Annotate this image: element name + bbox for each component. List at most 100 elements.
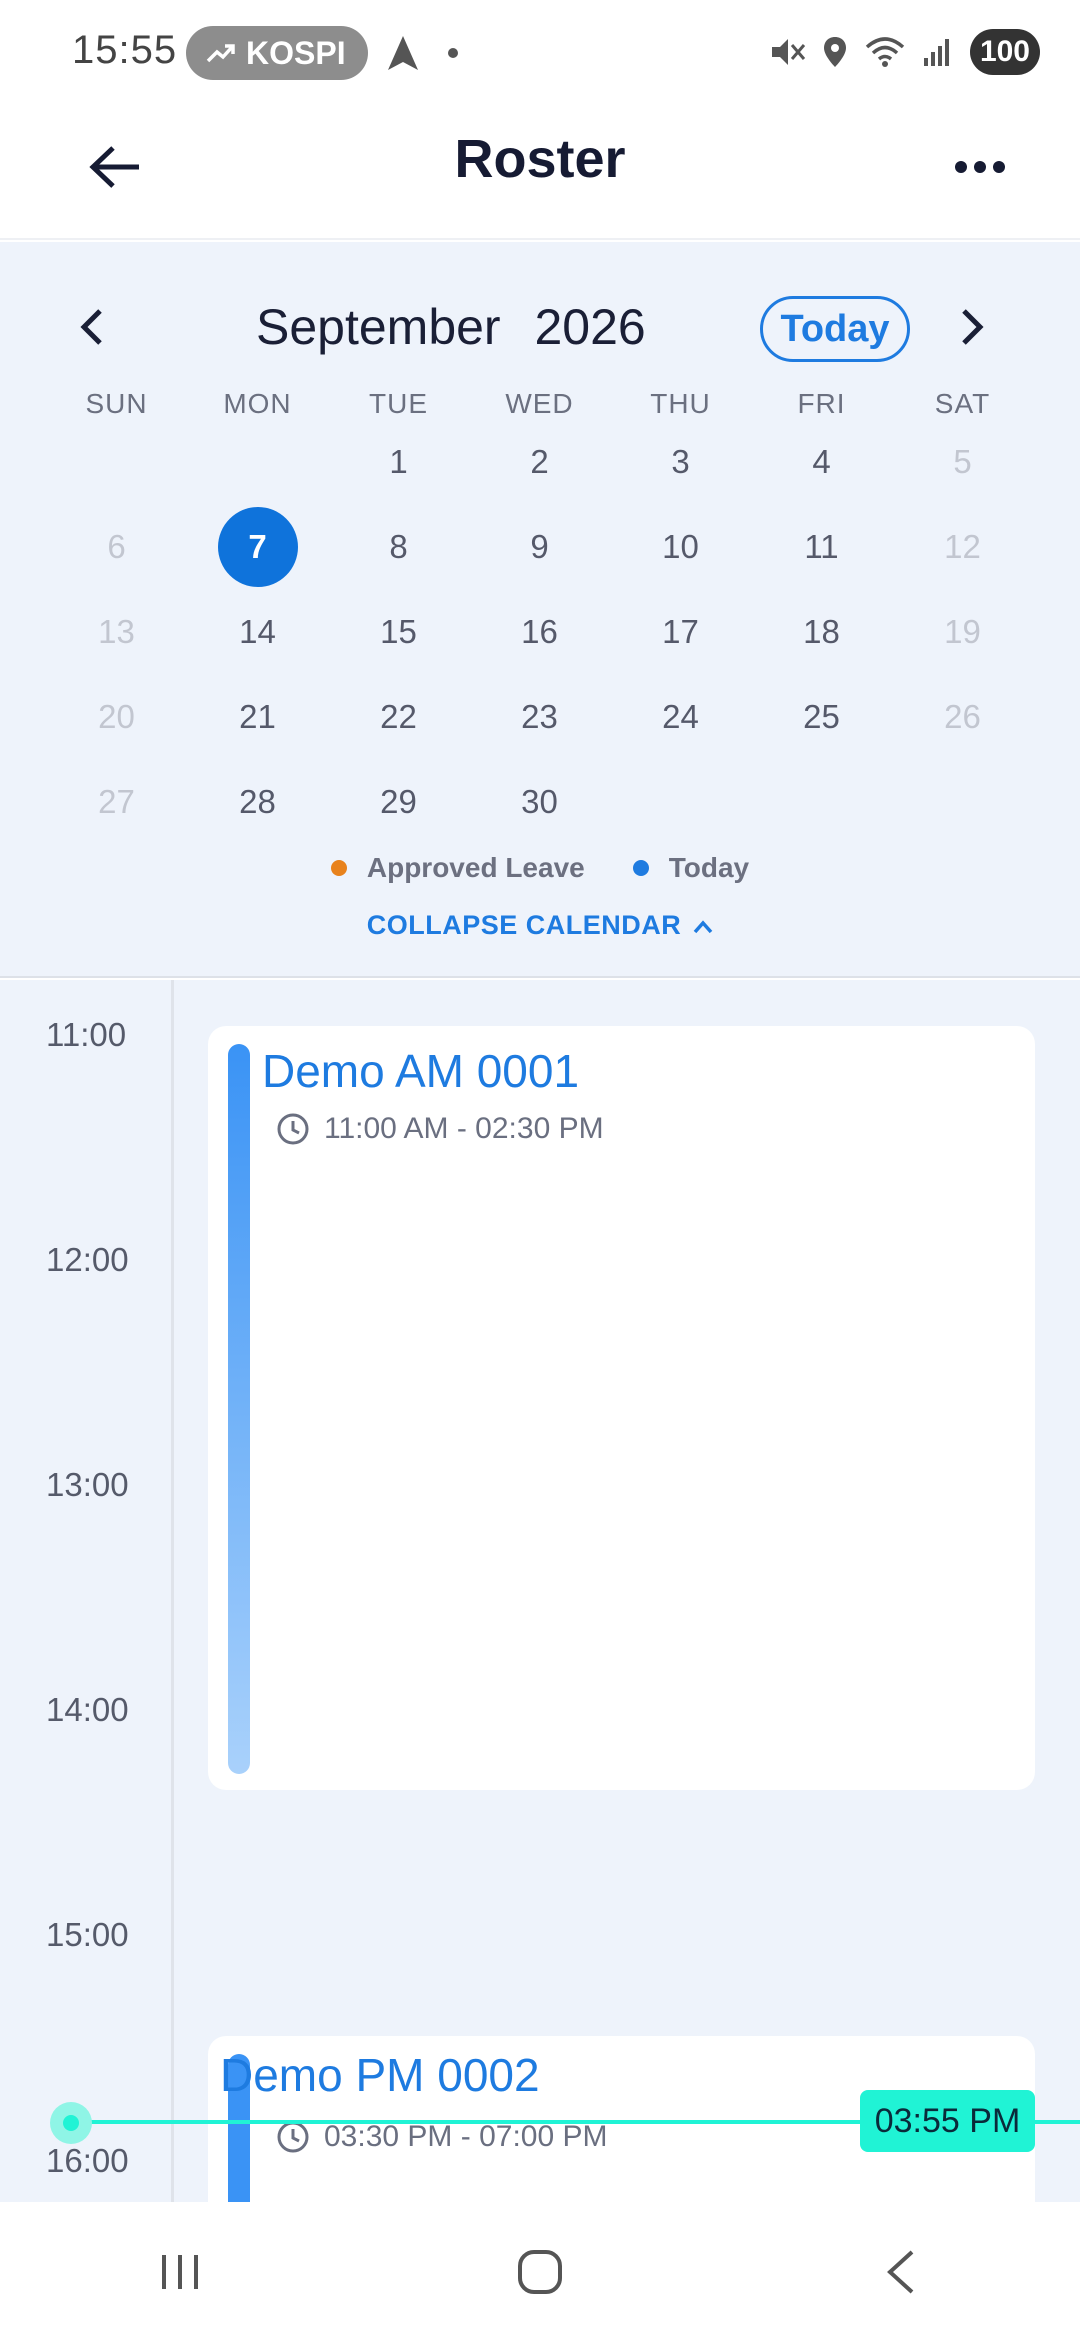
recent-apps-button[interactable] xyxy=(120,2222,240,2322)
home-button[interactable] xyxy=(480,2222,600,2322)
chevron-up-icon xyxy=(693,920,713,934)
weekday-label: FRI xyxy=(797,388,846,419)
calendar-day[interactable]: 13 xyxy=(46,592,187,672)
weekday-label: MON xyxy=(223,388,292,419)
calendar-day-number: 18 xyxy=(803,613,840,650)
calendar-day[interactable]: 21 xyxy=(187,677,328,757)
today-button[interactable]: Today xyxy=(760,296,910,362)
hour-label: 15:00 xyxy=(46,1916,129,1953)
system-nav-bar xyxy=(0,2204,1080,2340)
calendar-day[interactable]: 10 xyxy=(610,507,751,587)
recent-apps-icon xyxy=(162,2255,198,2289)
collapse-calendar-label: COLLAPSE CALENDAR xyxy=(366,910,682,940)
signal-icon xyxy=(923,39,949,66)
year-label: 2026 xyxy=(534,299,646,355)
calendar-day[interactable]: 15 xyxy=(328,592,469,672)
calendar-day-number: 16 xyxy=(521,613,558,650)
status-bar: 15:55 KOSPI 100 xyxy=(0,0,1080,106)
calendar-day[interactable]: 23 xyxy=(469,677,610,757)
hour-label: 16:00 xyxy=(46,2142,129,2179)
calendar-day[interactable]: 11 xyxy=(751,507,892,587)
calendar-day-number: 21 xyxy=(239,698,276,735)
calendar-day[interactable]: 28 xyxy=(187,762,328,842)
legend-approved-leave-label: Approved Leave xyxy=(366,852,585,883)
event-time-label: 11:00 AM - 02:30 PM xyxy=(324,1112,604,1145)
calendar-day-number: 24 xyxy=(662,698,699,735)
navigation-arrow-icon xyxy=(388,36,418,70)
calendar-day[interactable]: 27 xyxy=(46,762,187,842)
calendar-day[interactable]: 25 xyxy=(751,677,892,757)
day-timeline[interactable]: 11:00 12:00 13:00 14:00 15:00 16:00 Demo… xyxy=(0,980,1080,2202)
event-title: Demo PM 0002 xyxy=(220,2049,540,2101)
calendar-day[interactable]: 7 xyxy=(187,507,328,587)
calendar-day[interactable]: 2 xyxy=(469,422,610,502)
system-back-button[interactable] xyxy=(840,2222,960,2322)
calendar-day-number: 30 xyxy=(521,783,558,820)
calendar-day[interactable]: 9 xyxy=(469,507,610,587)
legend-today-label: Today xyxy=(668,852,750,883)
status-time: 15:55 xyxy=(72,28,178,72)
calendar-day-number: 17 xyxy=(662,613,699,650)
next-month-button[interactable] xyxy=(960,302,1000,352)
calendar-day-number: 26 xyxy=(944,698,981,735)
calendar-day[interactable]: 18 xyxy=(751,592,892,672)
calendar-day[interactable]: 3 xyxy=(610,422,751,502)
calendar-legend: Approved Leave Today xyxy=(0,852,1080,884)
month-label: September xyxy=(256,299,501,355)
calendar-day[interactable]: 19 xyxy=(892,592,1033,672)
calendar-day-number: 23 xyxy=(521,698,558,735)
event-color-bar xyxy=(228,1044,250,1774)
calendar-day-number: 2 xyxy=(530,443,549,480)
weekday-label: SAT xyxy=(934,388,991,419)
calendar-day-number: 9 xyxy=(530,528,549,565)
calendar-day[interactable]: 22 xyxy=(328,677,469,757)
hour-label: 14:00 xyxy=(46,1691,129,1728)
calendar-day[interactable]: 14 xyxy=(187,592,328,672)
calendar-day[interactable]: 24 xyxy=(610,677,751,757)
month-year-label: September 2026 xyxy=(256,298,646,356)
calendar-day[interactable]: 8 xyxy=(328,507,469,587)
calendar-day-number: 22 xyxy=(380,698,417,735)
calendar-day-number: 25 xyxy=(803,698,840,735)
weekday-label: WED xyxy=(505,388,574,419)
calendar-day[interactable]: 5 xyxy=(892,422,1033,502)
hour-label: 12:00 xyxy=(46,1241,129,1278)
event-time-label: 03:30 PM - 07:00 PM xyxy=(324,2120,608,2153)
calendar-day-number: 27 xyxy=(98,783,135,820)
current-time-dot-core xyxy=(63,2115,79,2131)
weekday-label: THU xyxy=(650,388,711,419)
calendar-day[interactable]: 16 xyxy=(469,592,610,672)
event-time: 03:30 PM - 07:00 PM xyxy=(276,2120,607,2154)
calendar-day[interactable]: 17 xyxy=(610,592,751,672)
calendar-day[interactable]: 4 xyxy=(751,422,892,502)
calendar-day-number: 13 xyxy=(98,613,135,650)
calendar-day[interactable]: 1 xyxy=(328,422,469,502)
chevron-left-icon xyxy=(887,2250,914,2294)
collapse-calendar-button[interactable]: COLLAPSE CALENDAR xyxy=(0,910,1080,941)
calendar-day[interactable]: 26 xyxy=(892,677,1033,757)
notification-dot-icon xyxy=(448,48,458,58)
page-title: Roster xyxy=(454,129,626,189)
more-options-button[interactable] xyxy=(940,132,1020,202)
mute-icon xyxy=(771,39,806,65)
event-card-am[interactable]: Demo AM 0001 11:00 AM - 02:30 PM xyxy=(208,1026,1035,1790)
current-time-badge: 03:55 PM xyxy=(860,2090,1035,2152)
battery-badge: 100 xyxy=(969,29,1040,75)
calendar-day-number: 3 xyxy=(671,443,690,480)
weekday-label: TUE xyxy=(369,388,428,419)
calendar-day-number: 14 xyxy=(239,613,276,650)
calendar-day-number: 15 xyxy=(380,613,417,650)
app-header: Roster xyxy=(0,106,1080,240)
calendar-day[interactable]: 29 xyxy=(328,762,469,842)
clock-icon xyxy=(277,1113,309,1145)
calendar-day[interactable]: 6 xyxy=(46,507,187,587)
calendar-day-number: 7 xyxy=(217,507,298,587)
calendar-day[interactable]: 20 xyxy=(46,677,187,757)
more-horizontal-icon xyxy=(955,161,1005,173)
wifi-icon xyxy=(865,37,905,67)
calendar-day[interactable]: 30 xyxy=(469,762,610,842)
calendar-day[interactable]: 12 xyxy=(892,507,1033,587)
stock-ticker-pill[interactable]: KOSPI xyxy=(186,26,368,80)
prev-month-button[interactable] xyxy=(80,302,120,352)
trending-up-icon xyxy=(206,44,235,63)
